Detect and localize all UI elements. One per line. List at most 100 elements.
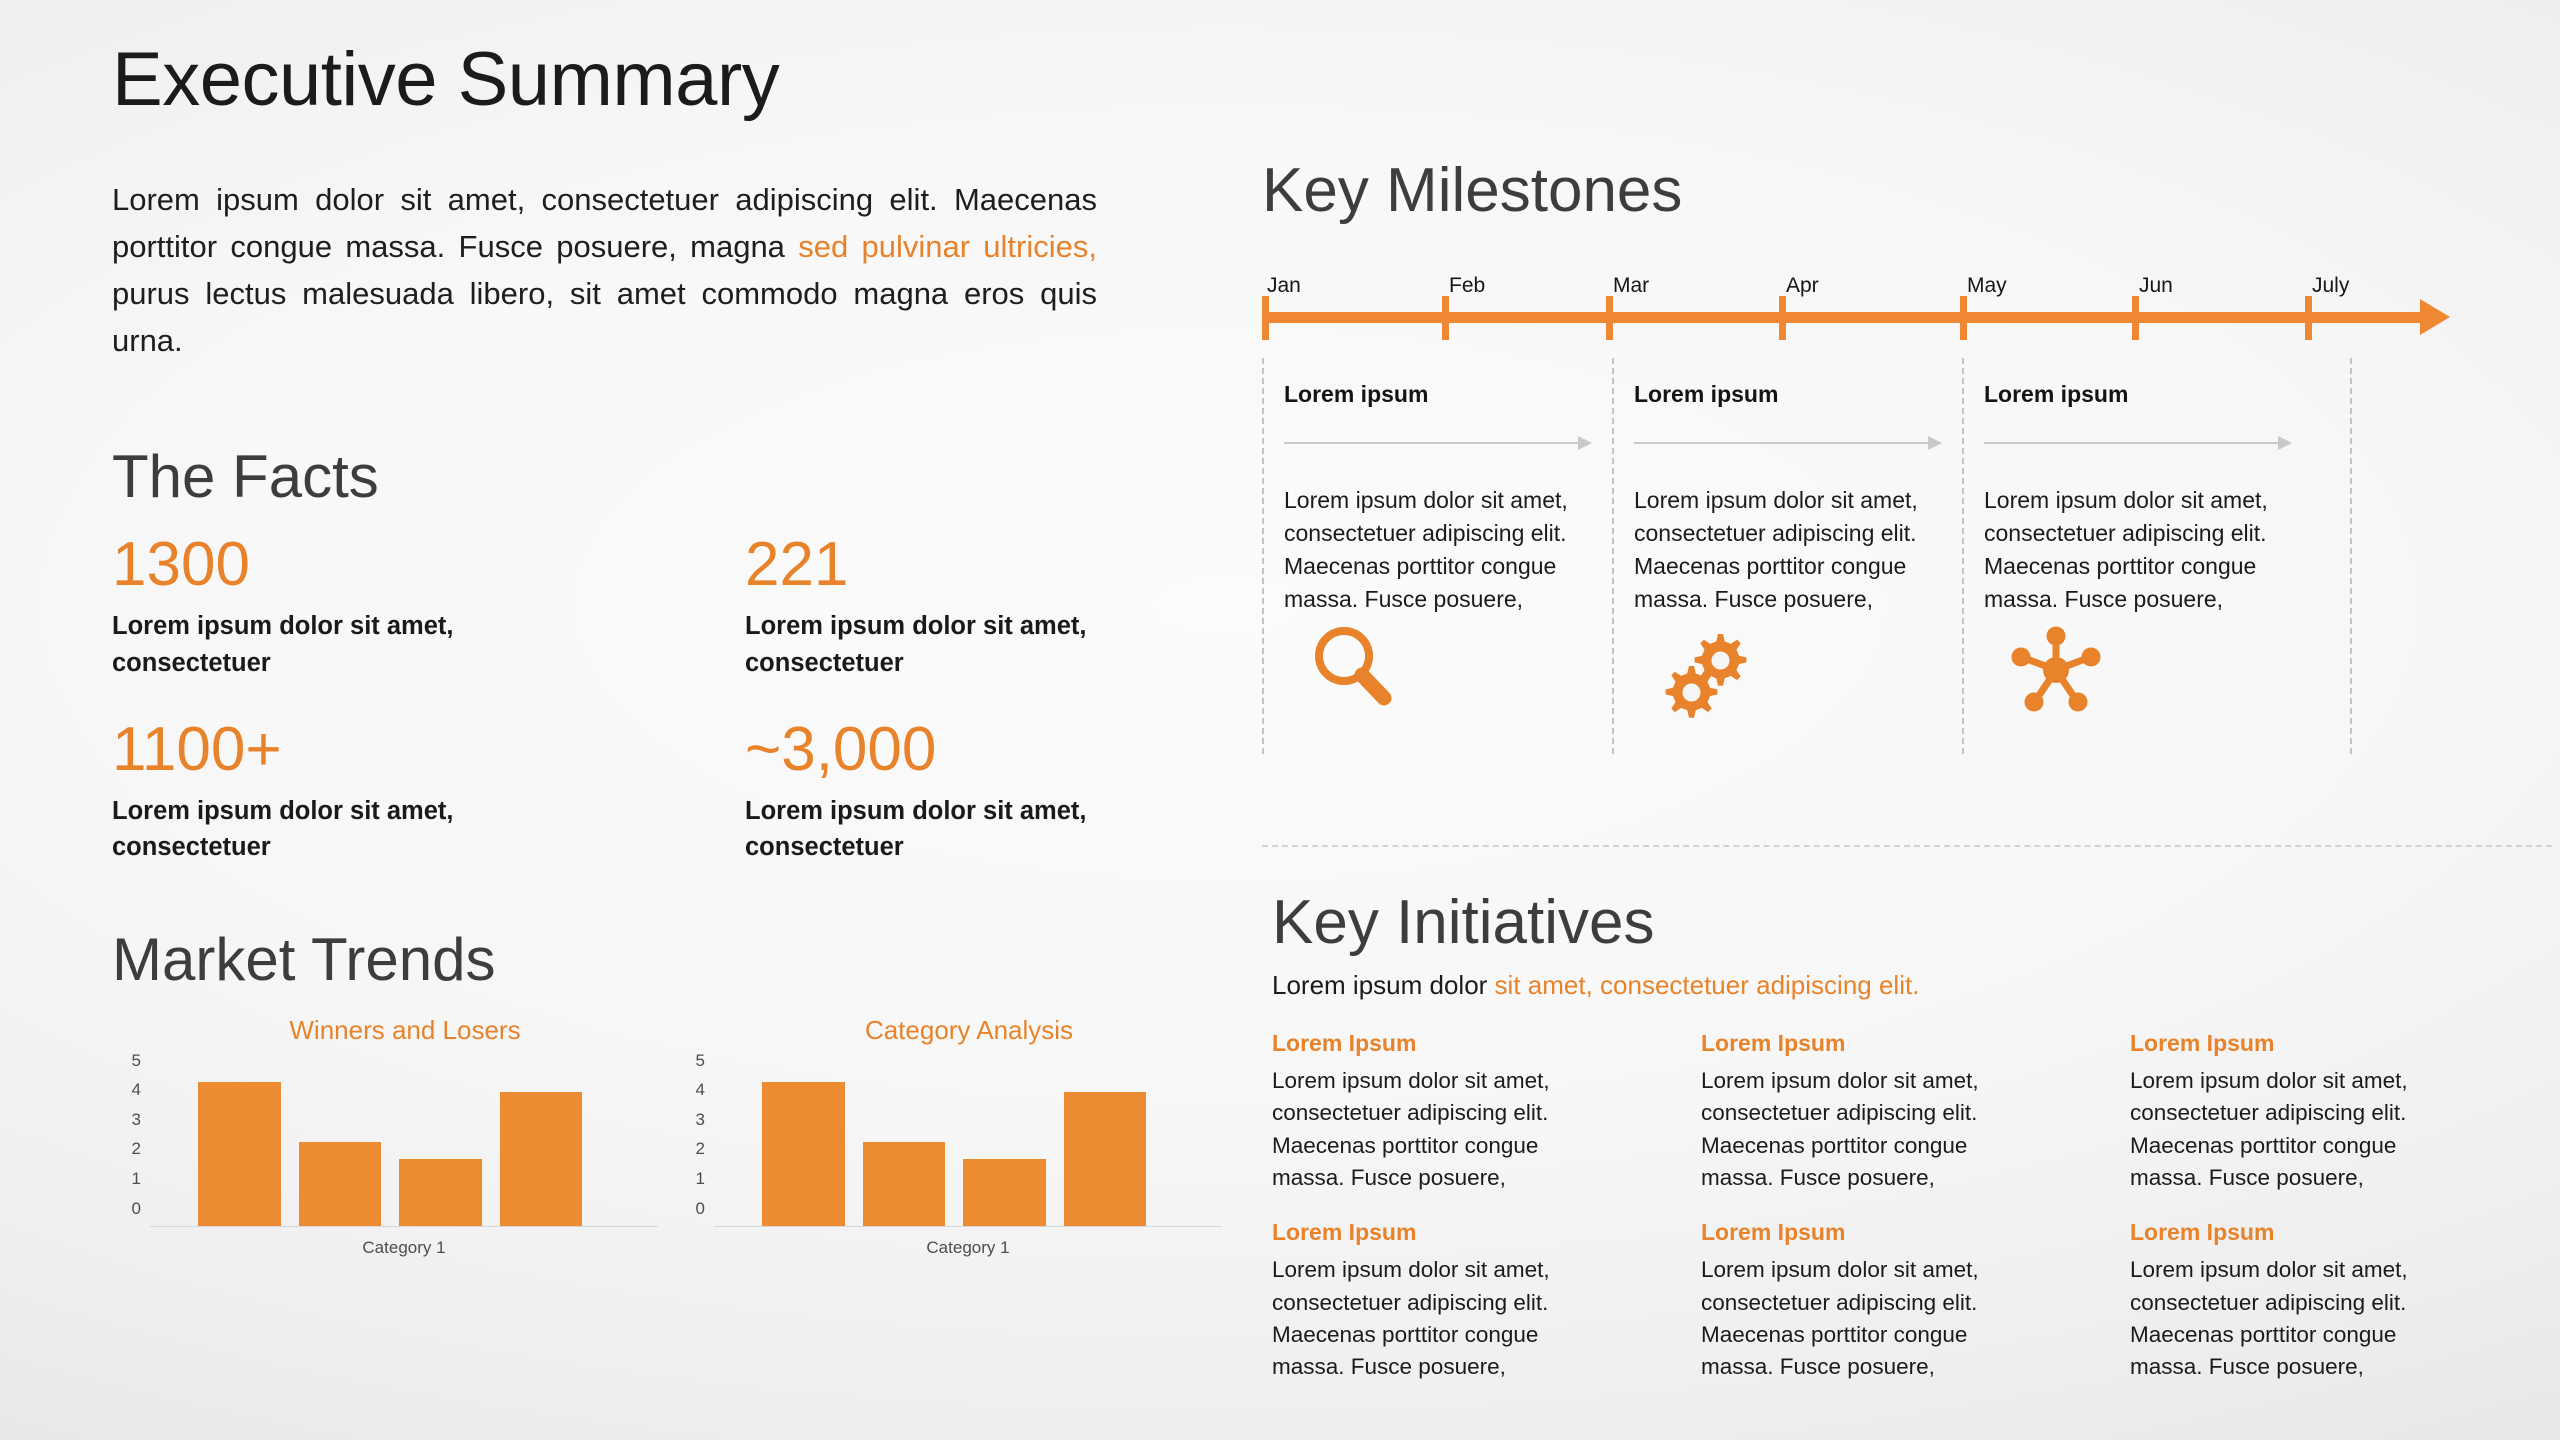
timeline-month-jun: Jun: [2139, 274, 2173, 297]
initiative-item: Lorem Ipsum Lorem ipsum dolor sit amet, …: [2130, 1218, 2475, 1383]
y-tick: 2: [131, 1139, 141, 1159]
intro-text-accent: sed pulvinar ultricies,: [798, 228, 1097, 264]
timeline-tick-july: [2305, 296, 2312, 340]
y-tick: 4: [695, 1080, 705, 1100]
bar: [399, 1158, 482, 1226]
milestone-body: Lorem ipsum dolor sit amet, consectetuer…: [1634, 486, 1918, 613]
y-tick: 3: [695, 1109, 705, 1129]
initiative-body: Lorem ipsum dolor sit amet, consectetuer…: [1701, 1257, 1979, 1380]
key-milestones-section: Key Milestones Jan Feb Mar Apr May Jun J…: [1262, 160, 2502, 758]
fact-label: Lorem ipsum dolor sit amet, consectetuer: [112, 612, 454, 677]
milestone-progress-arrow-icon: [1634, 435, 1946, 450]
timeline-tick-may: [1960, 296, 1967, 340]
initiative-item: Lorem Ipsum Lorem ipsum dolor sit amet, …: [2130, 1029, 2475, 1194]
y-tick: 0: [131, 1198, 141, 1218]
milestone-title: Lorem ipsum: [1634, 381, 1779, 407]
timeline-tick-apr: [1779, 296, 1786, 340]
initiatives-grid: Lorem Ipsum Lorem ipsum dolor sit amet, …: [1272, 1029, 2527, 1384]
bar: [862, 1142, 945, 1226]
timeline-arrow-icon: [2420, 299, 2450, 335]
section-divider: [1262, 845, 2552, 847]
initiative-title: Lorem Ipsum: [1272, 1029, 1417, 1056]
y-tick: 3: [131, 1109, 141, 1129]
y-axis-ticks: 5 4 3 2 1 0: [112, 1051, 150, 1219]
y-tick: 5: [695, 1050, 705, 1070]
plot-area: [150, 1059, 658, 1227]
fact-label: Lorem ipsum dolor sit amet, consectetuer: [112, 796, 454, 862]
timeline-axis-line: [1262, 312, 2422, 323]
fact-number: ~3,000: [745, 714, 937, 784]
bar: [963, 1158, 1046, 1226]
chart-title: Category Analysis: [864, 1015, 1074, 1046]
timeline-tick-mar: [1606, 296, 1613, 340]
milestone-title: Lorem ipsum: [1984, 381, 2129, 407]
timeline-month-july: July: [2312, 274, 2350, 297]
y-tick: 0: [695, 1198, 705, 1218]
initiative-item: Lorem Ipsum Lorem ipsum dolor sit amet, …: [1701, 1029, 2046, 1194]
fact-label: Lorem ipsum dolor sit amet, consectetuer: [745, 612, 1087, 677]
initiative-title: Lorem Ipsum: [1701, 1219, 1846, 1246]
charts-row: Winners and Losers 5 4 3 2 1 0 Category …: [112, 1015, 1222, 1257]
chart-winners-and-losers: Winners and Losers 5 4 3 2 1 0 Category …: [112, 1015, 658, 1257]
milestone-progress-arrow-icon: [1984, 435, 2296, 450]
milestone-column-2: Lorem ipsum Lorem ipsum dolor sit amet, …: [1612, 358, 1962, 754]
initiatives-heading: Key Initiatives: [1272, 888, 1655, 957]
magnifying-glass-icon: [1306, 620, 1402, 721]
facts-grid: 1300 Lorem ipsum dolor sit amet, consect…: [112, 528, 1222, 865]
initiative-item: Lorem Ipsum Lorem ipsum dolor sit amet, …: [1701, 1218, 2046, 1383]
initiatives-subtitle: Lorem ipsum dolor sit amet, consectetuer…: [1272, 969, 2532, 1003]
initiative-item: Lorem Ipsum Lorem ipsum dolor sit amet, …: [1272, 1029, 1617, 1194]
timeline-month-feb: Feb: [1449, 274, 1486, 297]
fact-label: Lorem ipsum dolor sit amet, consectetuer: [745, 796, 1087, 862]
chart-title: Winners and Losers: [289, 1015, 521, 1046]
slide-canvas: Executive Summary Lorem ipsum dolor sit …: [0, 0, 2560, 1440]
gears-icon: [1656, 620, 1756, 725]
key-initiatives-section: Key Initiatives Lorem ipsum dolor sit am…: [1272, 890, 2532, 1384]
milestone-title: Lorem ipsum: [1284, 381, 1429, 407]
x-axis-label: Category 1: [926, 1237, 1010, 1257]
fact-item: 1300 Lorem ipsum dolor sit amet, consect…: [112, 528, 745, 681]
y-tick: 1: [695, 1168, 705, 1188]
initiative-title: Lorem Ipsum: [2130, 1029, 2275, 1056]
timeline-month-apr: Apr: [1786, 274, 1819, 297]
fact-item: 221 Lorem ipsum dolor sit amet, consecte…: [745, 528, 1222, 681]
page-title: Executive Summary: [112, 37, 780, 122]
initiative-body: Lorem ipsum dolor sit amet, consectetuer…: [1272, 1067, 1550, 1190]
chart-category-analysis: Category Analysis 5 4 3 2 1 0 Category 1: [676, 1015, 1222, 1257]
bar: [198, 1081, 281, 1226]
timeline: Jan Feb Mar Apr May Jun July: [1262, 274, 2497, 352]
bar: [298, 1142, 381, 1226]
y-tick: 2: [695, 1139, 705, 1159]
timeline-month-jan: Jan: [1267, 274, 1301, 297]
y-tick: 5: [131, 1050, 141, 1070]
milestone-columns: Lorem ipsum Lorem ipsum dolor sit amet, …: [1262, 358, 2502, 758]
milestone-progress-arrow-icon: [1284, 435, 1596, 450]
fact-item: ~3,000 Lorem ipsum dolor sit amet, conse…: [745, 713, 1222, 866]
initiative-title: Lorem Ipsum: [2130, 1219, 2275, 1246]
milestone-body: Lorem ipsum dolor sit amet, consectetuer…: [1984, 486, 2268, 613]
fact-number: 1300: [112, 530, 250, 600]
chart-body: 5 4 3 2 1 0: [112, 1051, 658, 1227]
network-hub-icon: [2006, 620, 2106, 721]
timeline-month-mar: Mar: [1613, 274, 1650, 297]
initiative-body: Lorem ipsum dolor sit amet, consectetuer…: [1701, 1067, 1979, 1190]
intro-paragraph: Lorem ipsum dolor sit amet, consectetuer…: [112, 176, 1097, 364]
bar: [499, 1091, 582, 1226]
initiatives-subtitle-accent: sit amet, consectetuer adipiscing elit.: [1494, 970, 1920, 1001]
timeline-tick-feb: [1442, 296, 1449, 340]
initiatives-subtitle-plain: Lorem ipsum dolor: [1272, 970, 1495, 1001]
fact-item: 1100+ Lorem ipsum dolor sit amet, consec…: [112, 713, 745, 866]
initiative-body: Lorem ipsum dolor sit amet, consectetuer…: [2130, 1257, 2408, 1380]
milestone-column-3: Lorem ipsum Lorem ipsum dolor sit amet, …: [1962, 358, 2352, 754]
x-axis-label: Category 1: [362, 1237, 446, 1257]
milestone-column-1: Lorem ipsum Lorem ipsum dolor sit amet, …: [1262, 358, 1612, 754]
initiative-item: Lorem Ipsum Lorem ipsum dolor sit amet, …: [1272, 1218, 1617, 1383]
chart-body: 5 4 3 2 1 0: [676, 1051, 1222, 1227]
initiative-title: Lorem Ipsum: [1701, 1029, 1846, 1056]
timeline-tick-jun: [2132, 296, 2139, 340]
timeline-tick-jan: [1262, 296, 1269, 340]
timeline-month-may: May: [1967, 274, 2007, 297]
milestones-heading: Key Milestones: [1262, 156, 1683, 225]
facts-heading: The Facts: [112, 443, 379, 511]
plot-area: [714, 1059, 1222, 1227]
